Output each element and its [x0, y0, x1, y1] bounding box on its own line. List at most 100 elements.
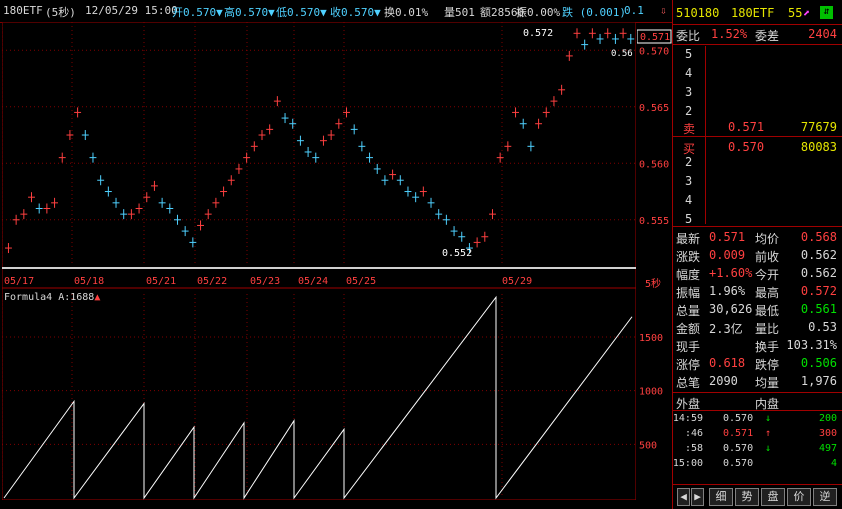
stat-label: 最高 — [755, 286, 780, 300]
annotation-high: 0.572 — [523, 28, 553, 39]
annotation-right: 0.56 — [611, 49, 633, 59]
order-level-index: 3 — [685, 85, 693, 99]
panel-tab[interactable]: 势 — [735, 488, 759, 506]
panel-name: 180ETF — [731, 6, 775, 20]
order-level: 3 — [673, 83, 842, 101]
weicha-label: 委差 — [755, 29, 780, 43]
stat-row: 金额 2.3亿 量比 0.53 — [673, 318, 842, 336]
stat-value: 0.009 — [709, 248, 746, 262]
stat-value: +1.60% — [709, 266, 753, 280]
stat-row: 涨停 0.618 跌停 0.506 — [673, 354, 842, 372]
stat-label: 均量 — [755, 376, 780, 390]
panel-tab[interactable]: 细 — [709, 488, 733, 506]
header-volume: 量501 — [444, 6, 475, 19]
stat-value: 0.571 — [709, 230, 746, 244]
chart-border — [2, 22, 636, 500]
order-level: 2 — [673, 153, 842, 171]
panel-tab[interactable]: 盘 — [761, 488, 785, 506]
stat-value: 0.561 — [800, 302, 837, 316]
tick-volume: 4 — [830, 458, 837, 469]
header-turnover: 换0.01% — [384, 6, 429, 19]
period-tag[interactable]: 5秒 — [645, 275, 661, 290]
collapse-arrow-icon[interactable]: ⇩ — [660, 4, 667, 17]
stat-value: 0.562 — [800, 248, 837, 262]
stat-label: 涨停 — [676, 358, 701, 372]
indicator-tick-label: 500 — [639, 440, 657, 451]
stat-label: 最新 — [676, 232, 701, 246]
tab-next-icon[interactable]: ▶ — [691, 488, 704, 506]
stat-value: 2090 — [709, 374, 738, 388]
header-amplitude: 振0.00% — [516, 6, 561, 19]
tick-direction-icon: ↑ — [765, 428, 772, 439]
tick-price: 0.570 — [723, 413, 754, 424]
stat-row: 幅度 +1.60% 今开 0.562 — [673, 264, 842, 282]
header-open: 开0.570▼ — [172, 6, 223, 19]
date-label: 05/21 — [146, 276, 176, 287]
indicator-arrow-icon: ▲ — [94, 292, 101, 303]
current-price-tag: 0.571 — [640, 32, 670, 43]
indicator-legend: Formula4 A:1688▲ — [4, 292, 100, 303]
stat-label: 幅度 — [676, 268, 701, 282]
indicator-tick-label: 1000 — [639, 387, 663, 398]
weibi-label: 委比 — [676, 29, 701, 43]
order-level-index: 4 — [685, 193, 693, 207]
signal-icon[interactable]: ⬈ — [803, 6, 810, 20]
indicator-name: Formula4 — [4, 292, 53, 303]
stat-value: 0.568 — [800, 230, 837, 244]
stat-label: 振幅 — [676, 286, 701, 300]
order-level: 4 — [673, 64, 842, 82]
stat-value: 0.562 — [800, 266, 837, 280]
tab-prev-icon[interactable]: ◀ — [677, 488, 690, 506]
stat-value: 0.506 — [800, 356, 837, 370]
weibi-value: 1.52% — [711, 27, 748, 41]
stat-label: 今开 — [755, 268, 780, 282]
order-level-index: 5 — [685, 212, 693, 226]
date-label: 05/18 — [74, 276, 104, 287]
order-level-index: 4 — [685, 66, 693, 80]
stat-row: 总量 30,626 最低 0.561 — [673, 300, 842, 318]
panel-number: 55 — [788, 6, 803, 20]
date-label: 05/29 — [502, 276, 532, 287]
trade-tick-row: 15:00 0.570 4 — [673, 456, 842, 474]
buy-volume: 80083 — [800, 140, 837, 154]
tick-direction-icon: ↓ — [765, 413, 772, 424]
header-tail: 0.1 — [624, 4, 644, 17]
tick-price: 0.571 — [723, 428, 754, 439]
order-level-index: 3 — [685, 174, 693, 188]
stat-value: 0.572 — [800, 284, 837, 298]
header-close: 收0.570▼ — [330, 6, 381, 19]
indicator-value: A:1688 — [58, 292, 95, 303]
header-period: (5秒) — [45, 6, 76, 19]
stat-row: 最新 0.571 均价 0.568 — [673, 228, 842, 246]
buy-price[interactable]: 0.570 — [728, 140, 764, 154]
tick-time: 15:00 — [672, 458, 703, 469]
switch-icon[interactable]: ⇵ — [820, 6, 833, 19]
sell-price[interactable]: 0.571 — [728, 120, 764, 134]
stat-label: 均价 — [755, 232, 780, 246]
stat-label: 涨跌 — [676, 250, 701, 264]
date-label: 05/17 — [4, 276, 34, 287]
sell-volume: 77679 — [800, 120, 837, 134]
stat-label: 总笔 — [676, 376, 701, 390]
header-datetime: 12/05/29 15:00 — [85, 4, 178, 17]
chart-area[interactable]: 0.572 0.552 0.56 05/17 05/18 05/21 05/22 05/23… — [2, 22, 636, 500]
stat-label: 量比 — [755, 322, 780, 336]
date-label: 05/22 — [197, 276, 227, 287]
price-tick-label: 0.555 — [639, 216, 669, 227]
price-axis: 0.570 0.565 0.560 0.555 0.571 1500 1000 500 — [637, 29, 672, 451]
price-tick-label: 0.560 — [639, 159, 669, 170]
quote-panel: 510180 180ETF 55 ⬈ ⇵ 委比 1.52% 委差 2404 5 4… — [672, 0, 842, 509]
panel-tab[interactable]: 逆 — [813, 488, 837, 506]
tick-volume: 200 — [818, 413, 837, 424]
stat-row: 振幅 1.96% 最高 0.572 — [673, 282, 842, 300]
stat-label: 金额 — [676, 322, 701, 336]
stat-label: 跌停 — [755, 358, 780, 372]
panel-tab[interactable]: 价 — [787, 488, 811, 506]
panel-code: 510180 — [676, 6, 720, 20]
stat-value: 0.53 — [808, 320, 837, 334]
tick-direction-icon: ↓ — [765, 443, 772, 454]
order-level-index: 5 — [685, 47, 693, 61]
stat-value: 2.3亿 — [709, 322, 743, 336]
tick-volume: 497 — [818, 443, 837, 454]
order-level: 3 — [673, 172, 842, 190]
